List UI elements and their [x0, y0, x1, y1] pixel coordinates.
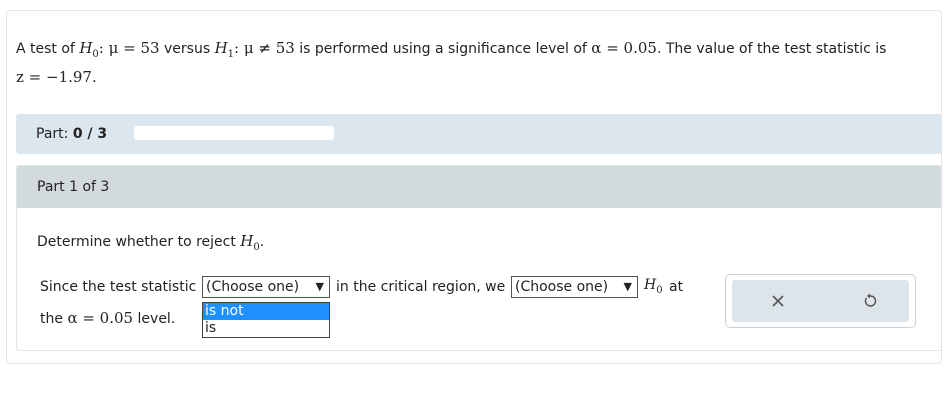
h0-symbol: H0	[644, 277, 663, 296]
option-is[interactable]: is	[203, 320, 329, 337]
answer-actions	[725, 274, 916, 328]
question-text: A test of H0: μ = 53 versus H1: μ ≠ 53 i…	[16, 39, 887, 60]
dropdown-arrow-icon: ▼	[315, 280, 324, 293]
part-label: Part: 0 / 3	[36, 126, 108, 142]
sentence-mid: in the critical region, we	[336, 279, 506, 295]
part-panel-header: Part 1 of 3	[17, 166, 941, 208]
sentence-at: at	[669, 279, 684, 295]
dropdown-arrow-icon: ▼	[623, 280, 632, 293]
instruction: Determine whether to reject H0.	[37, 232, 265, 253]
sentence-start: Since the test statistic	[40, 279, 197, 295]
decision-select[interactable]: (Choose one) ▼	[511, 276, 638, 298]
sentence-level: the α = 0.05 level.	[40, 309, 176, 327]
part-progress-bar: Part: 0 / 3	[16, 114, 942, 154]
undo-icon	[864, 293, 877, 307]
option-is-not[interactable]: is not	[203, 303, 329, 320]
close-icon	[772, 295, 784, 307]
part-title: Part 1 of 3	[37, 179, 110, 195]
test-statistic-select[interactable]: (Choose one) ▼	[202, 276, 330, 298]
progress-track	[134, 126, 334, 140]
test-statistic: z = −1.97.	[16, 68, 97, 86]
reset-button[interactable]	[850, 285, 890, 317]
dropdown-menu: is not is	[202, 302, 330, 338]
clear-button[interactable]	[758, 285, 798, 317]
